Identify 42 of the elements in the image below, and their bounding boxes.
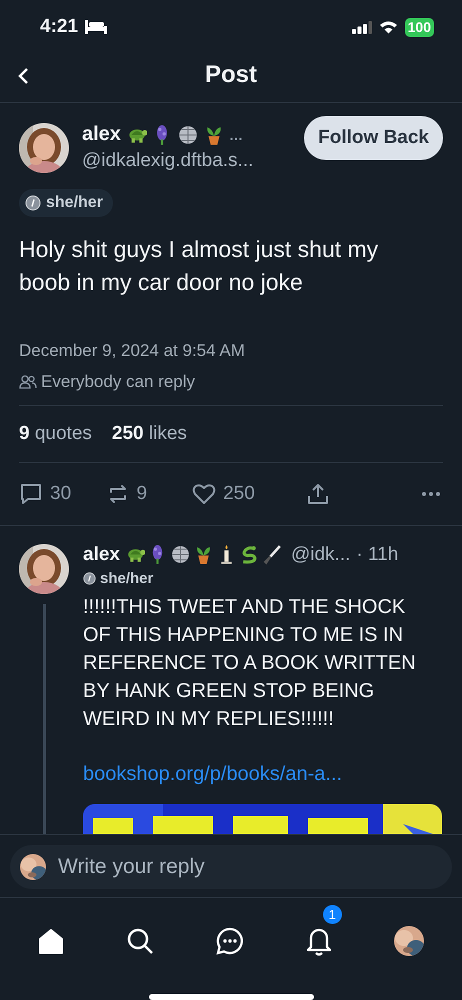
post-age: · 11h: [356, 544, 398, 566]
search-icon[interactable]: [126, 927, 154, 955]
like-count: 250: [223, 482, 255, 505]
disco-ball-icon: [170, 544, 191, 566]
repost-count: 9: [136, 482, 148, 505]
bed-icon: [85, 20, 108, 34]
author-handle[interactable]: @idk...: [290, 544, 350, 566]
info-icon: [25, 194, 41, 211]
back-icon[interactable]: [17, 67, 29, 86]
follow-back-button[interactable]: Follow Back: [304, 116, 443, 160]
people-icon: [19, 374, 37, 389]
reply-count: 30: [50, 482, 72, 505]
wifi-icon: [378, 20, 398, 34]
reply-setting: Everybody can reply: [41, 372, 196, 392]
reply-text: !!!!!!THIS TWEET AND THE SHOCK OF THIS HAPPENING TO ME IS IN REFERENCE TO A BOOK WRITTEN BY HANK GREEN STOP BEING WEIRD IN MY REPLIES!!!!!!: [83, 594, 417, 732]
stat-count[interactable]: 9 quotes: [19, 422, 92, 445]
author-handle[interactable]: @idkalexig.dftba.s...: [82, 150, 292, 172]
pronouns-label: she/her: [100, 570, 154, 587]
page-title: Post: [204, 60, 257, 89]
post-timestamp: December 9, 2024 at 9:54 AM: [19, 340, 246, 361]
stat-count[interactable]: 250 likes: [112, 422, 187, 445]
home-icon[interactable]: [37, 927, 65, 955]
disco-ball-icon: [176, 124, 199, 146]
pronouns-label: she/her: [46, 194, 103, 212]
share-icon[interactable]: [306, 482, 330, 505]
speech-bubble-icon[interactable]: [19, 482, 43, 505]
reply-field[interactable]: Write your reply: [10, 845, 452, 889]
signal-icon: [352, 20, 372, 34]
post-text: Holy shit guys I almost just shut my boob in my car door no joke: [19, 234, 380, 297]
bell-icon[interactable]: [304, 926, 333, 956]
chat-icon[interactable]: [216, 927, 244, 955]
paintbrush-icon: [262, 544, 283, 566]
reply-input[interactable]: Write your reply: [56, 854, 442, 880]
heart-icon[interactable]: [192, 482, 216, 505]
info-icon: [83, 572, 96, 585]
author-name[interactable]: alex: [82, 123, 121, 146]
battery-level: 100: [404, 18, 434, 37]
clock-time: 4:21: [40, 16, 78, 38]
author-name[interactable]: alex: [83, 544, 120, 566]
notification-badge: 1: [322, 905, 342, 924]
name-ellipsis: …: [228, 126, 243, 143]
link[interactable]: bookshop.org/p/books/an-a...: [83, 762, 342, 786]
